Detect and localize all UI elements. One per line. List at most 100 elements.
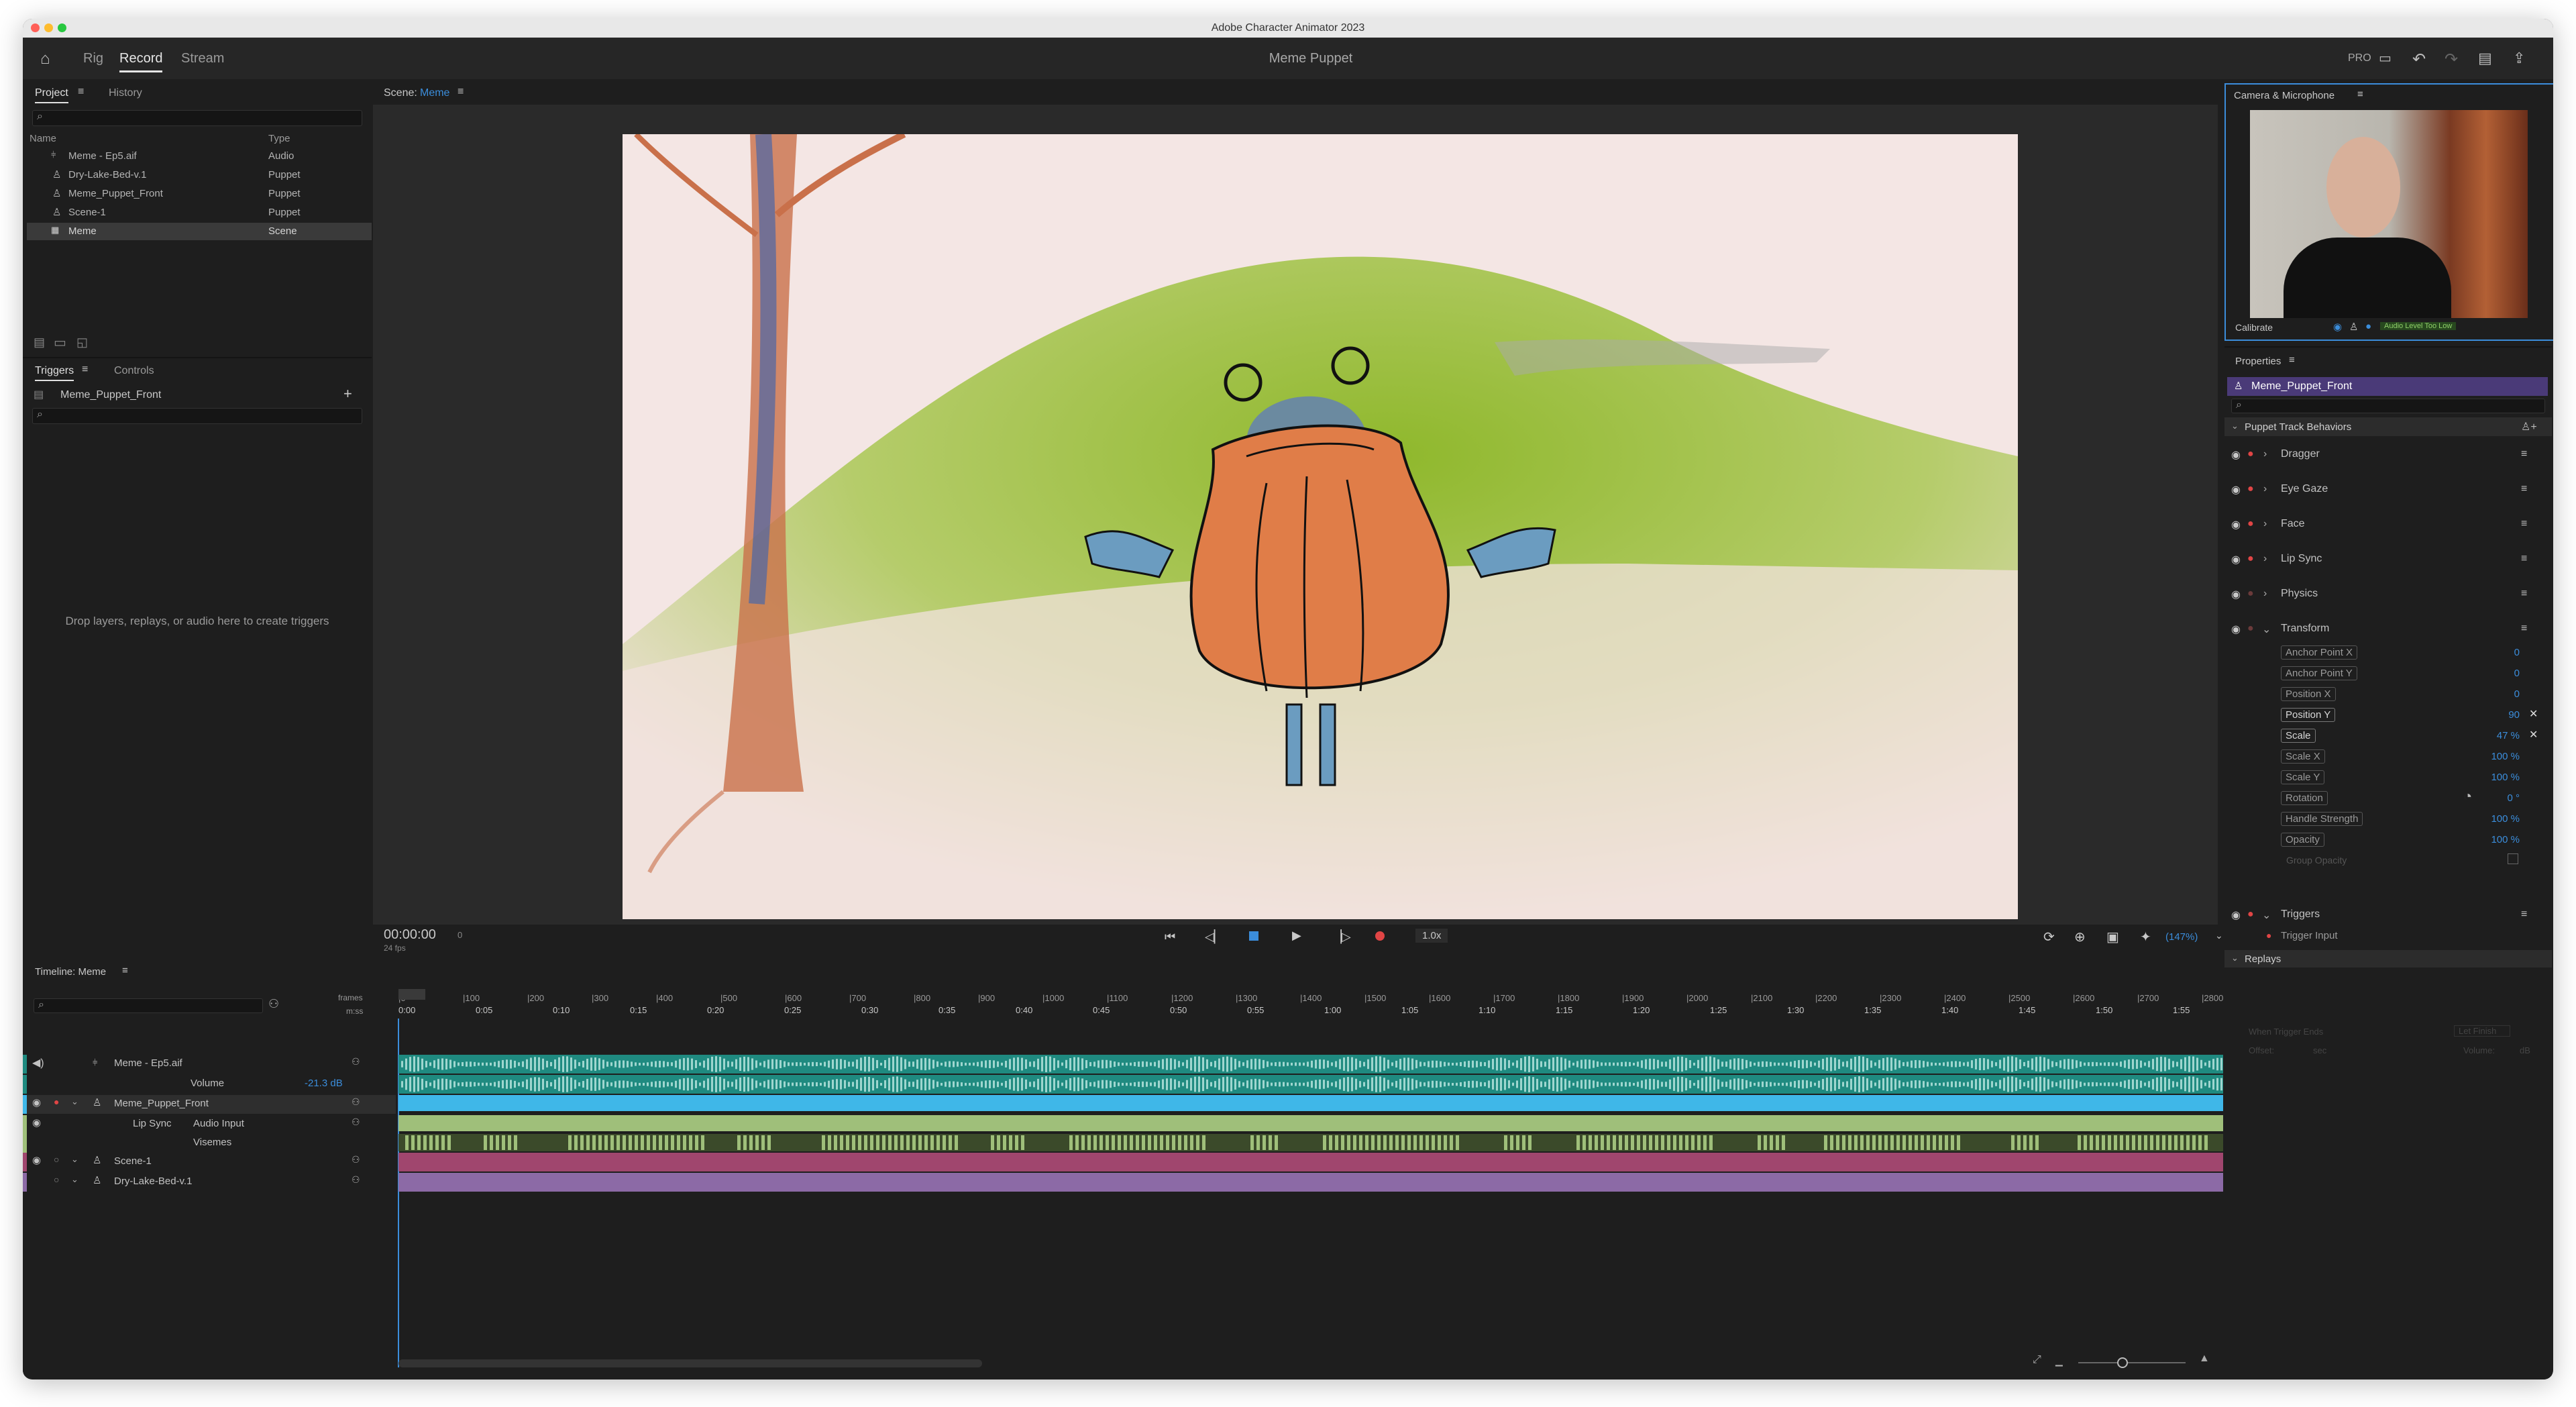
param-scale-x-value[interactable]: 100 % [2459,751,2520,762]
param-rotation-value[interactable]: 0 ° [2459,792,2520,804]
eye-icon[interactable]: ◉ [32,1154,41,1166]
behavior-dragger[interactable]: ◉ ● › Dragger ≡ [2224,448,2552,468]
tab-project[interactable]: Project [35,87,68,103]
body-tracking-icon[interactable]: ♙ [2349,321,2358,333]
param-opacity[interactable]: Opacity [2281,833,2324,847]
scene-canvas[interactable] [623,134,2018,919]
remove-icon[interactable]: ✕ [2529,728,2538,741]
arm-icon[interactable]: ● [2247,483,2254,495]
add-behavior-icon[interactable]: ♙+ [2521,420,2537,433]
workspace-icon[interactable]: ▭ [2379,50,2392,66]
param-scale-y-value[interactable]: 100 % [2459,772,2520,783]
arm-icon[interactable]: ● [2247,553,2254,565]
chevron-down-icon[interactable]: ⌄ [2215,930,2223,941]
track-header-scene[interactable]: ◉ ○ ⌄ ♙ Scene-1 ⚇ [23,1153,396,1171]
zoom-level[interactable]: (147%) [2165,931,2198,943]
play-icon[interactable]: ▶ [1292,929,1301,943]
track-area[interactable] [398,1055,2223,1196]
replays-when-select[interactable]: Let Finish [2454,1025,2511,1037]
param-handle-strength-value[interactable]: 100 % [2459,813,2520,825]
param-anchor-point-y-value[interactable]: 0 [2459,668,2520,679]
undo-icon[interactable]: ↶ [2412,50,2426,69]
track-header-visemes[interactable]: Visemes [23,1134,396,1153]
chevron-down-icon[interactable]: ⌄ [2262,908,2271,922]
menu-icon[interactable]: ≡ [78,86,84,98]
behavior-eye-gaze[interactable]: ◉ ● › Eye Gaze ≡ [2224,483,2552,503]
lipsync-track-bar[interactable] [398,1115,2223,1131]
eye-icon[interactable]: ◉ [2231,553,2241,566]
zoom-slider-handle[interactable] [2117,1357,2128,1368]
microphone-icon[interactable]: ● [2365,321,2371,332]
track-header-lip-sync[interactable]: ◉ Lip Sync Audio Input ⚇ [23,1115,396,1134]
param-position-y[interactable]: Position Y [2281,708,2336,722]
behavior-triggers[interactable]: ◉ ● ⌄ Triggers ≡ [2224,908,2552,929]
list-item[interactable]: ♙ Meme_Puppet_Front Puppet [27,185,372,203]
step-back-icon[interactable]: ◁▏ [1205,930,1224,944]
arm-icon[interactable]: ● [2247,588,2254,600]
scene-track-bar[interactable] [398,1153,2223,1171]
view-icon[interactable]: ▣ [2106,929,2119,945]
link-icon[interactable]: ⚇ [352,1174,360,1186]
arm-icon[interactable]: ○ [54,1174,59,1185]
param-scale[interactable]: Scale [2281,729,2316,743]
eye-icon[interactable]: ◉ [32,1096,41,1108]
menu-icon[interactable]: ≡ [458,86,464,98]
link-icon[interactable]: ⚇ [352,1096,360,1108]
tab-record[interactable]: Record [119,51,163,72]
feedback-icon[interactable]: ▤ [2478,50,2492,67]
param-rotation[interactable]: Rotation [2281,791,2328,805]
param-position-y-value[interactable]: 90 [2459,709,2520,721]
project-search-input[interactable]: ⌕ [32,110,362,126]
param-anchor-point-x[interactable]: Anchor Point X [2281,645,2358,660]
time-ruler[interactable]: |0|100|200|300|400|500|600|700|800|900|1… [398,992,2223,1019]
arm-icon[interactable]: ● [2247,518,2254,530]
chevron-right-icon[interactable]: › [2263,553,2267,565]
timeline-scrollbar[interactable] [398,1359,982,1367]
menu-icon[interactable]: ≡ [2521,908,2527,921]
arm-icon[interactable]: ● [54,1096,59,1107]
list-item-selected[interactable]: ▦ Meme Scene [27,223,372,240]
chevron-right-icon[interactable]: › [2263,588,2267,600]
selected-puppet-bar[interactable]: ♙ Meme_Puppet_Front [2227,377,2548,396]
new-item-icon[interactable]: ◱ [76,335,88,350]
behavior-face[interactable]: ◉ ● › Face ≡ [2224,518,2552,538]
param-handle-strength[interactable]: Handle Strength [2281,812,2363,826]
remove-icon[interactable]: ✕ [2529,707,2538,721]
onion-skin-icon[interactable]: ⊕ [2074,929,2086,945]
param-opacity-value[interactable]: 100 % [2459,834,2520,845]
eye-icon[interactable]: ◉ [32,1116,41,1129]
track-header-puppet[interactable]: ◉ ● ⌄ ♙ Meme_Puppet_Front ⚇ [23,1095,396,1114]
chevron-down-icon[interactable]: ⌄ [2262,623,2271,636]
arm-icon[interactable]: ● [2247,908,2254,921]
puppet-track-bar[interactable] [398,1095,2223,1111]
param-anchor-point-y[interactable]: Anchor Point Y [2281,666,2357,680]
chevron-down-icon[interactable]: ⌄ [71,1154,78,1165]
stop-button[interactable] [1249,931,1258,941]
tab-history[interactable]: History [109,87,142,99]
menu-icon[interactable]: ≡ [2521,448,2527,460]
work-area-bar[interactable] [398,989,425,1000]
add-trigger-button[interactable]: + [343,385,352,403]
replays-section-header[interactable]: ⌄ Replays [2224,950,2552,968]
tab-triggers[interactable]: Triggers [35,365,74,381]
puppet-filter-icon[interactable]: ⚇ [268,997,279,1011]
eye-icon[interactable]: ◉ [2231,483,2241,497]
chevron-down-icon[interactable]: ⌄ [71,1174,78,1185]
menu-icon[interactable]: ≡ [82,364,88,376]
timecode[interactable]: 00:00:00 [384,927,436,943]
list-item[interactable]: ♙ Dry-Lake-Bed-v.1 Puppet [27,166,372,184]
triggers-search-input[interactable]: ⌕ [32,408,362,424]
menu-icon[interactable]: ≡ [2357,89,2363,100]
param-scale-y[interactable]: Scale Y [2281,770,2325,784]
record-button[interactable] [1375,931,1385,941]
share-icon[interactable]: ⇪ [2513,50,2525,67]
param-scale-value[interactable]: 47 % [2459,730,2520,741]
param-anchor-point-x-value[interactable]: 0 [2459,647,2520,658]
zoom-in-icon[interactable]: ▲ [2199,1353,2210,1365]
eye-icon[interactable]: ◉ [2231,518,2241,531]
link-icon[interactable]: ⚇ [352,1154,360,1165]
list-item[interactable]: ⫩ Meme - Ep5.aif Audio [27,148,372,165]
fit-icon[interactable]: ⤢ [2033,1354,2041,1366]
list-item[interactable]: ♙ Scene-1 Puppet [27,204,372,221]
go-to-start-icon[interactable]: ⏮ [1165,930,1175,944]
